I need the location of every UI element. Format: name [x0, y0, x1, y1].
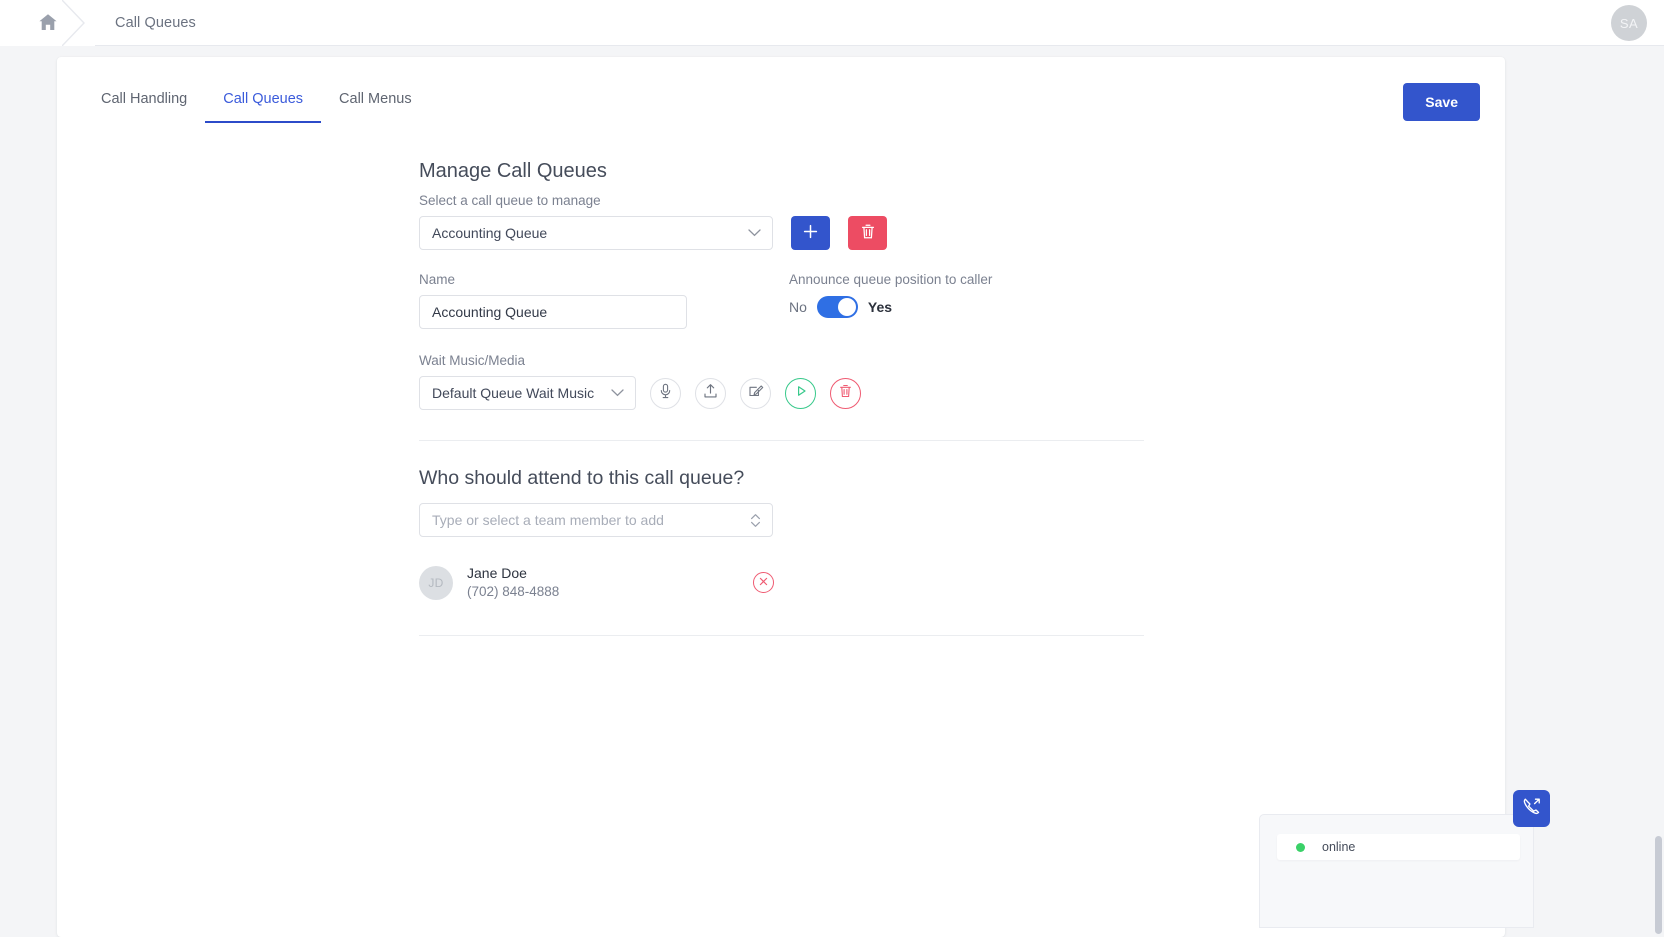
call-queue-form: Manage Call Queues Select a call queue t…	[419, 160, 1144, 636]
wait-music-select-value: Default Queue Wait Music	[432, 385, 594, 401]
home-icon[interactable]	[38, 13, 58, 32]
wait-music-select[interactable]: Default Queue Wait Music	[419, 376, 636, 410]
announce-position-label: Announce queue position to caller	[789, 272, 992, 287]
upload-icon	[703, 383, 718, 404]
plus-icon	[803, 224, 818, 242]
attendees-heading: Who should attend to this call queue?	[419, 467, 1144, 490]
chat-widget-panel: online	[1259, 814, 1534, 928]
attendees-section: Who should attend to this call queue? JD…	[419, 467, 1144, 601]
wait-music-label: Wait Music/Media	[419, 353, 1144, 368]
queue-select[interactable]: Accounting Queue	[419, 216, 773, 250]
remove-member-button[interactable]	[753, 572, 774, 593]
breadcrumb-chevron-icon	[62, 0, 96, 46]
avatar: JD	[419, 566, 453, 600]
queue-select-wrapper: Accounting Queue	[419, 216, 773, 250]
chat-status-bar[interactable]: online	[1277, 834, 1520, 860]
toggle-off-label: No	[789, 299, 807, 315]
main-content-card: Call Handling Call Queues Call Menus Sav…	[57, 57, 1505, 937]
upload-media-button[interactable]	[695, 378, 726, 409]
outgoing-call-button[interactable]	[1513, 790, 1550, 827]
queue-select-label: Select a call queue to manage	[419, 193, 1144, 208]
breadcrumb-home-cell[interactable]	[0, 0, 95, 46]
attendee-input-wrapper	[419, 503, 773, 537]
user-avatar-initials: SA	[1620, 16, 1638, 31]
announce-position-toggle[interactable]	[817, 296, 858, 318]
breadcrumb-current-page[interactable]: Call Queues	[115, 15, 196, 31]
queue-select-row: Accounting Queue	[419, 216, 1144, 250]
delete-queue-button[interactable]	[848, 216, 887, 250]
member-details: Jane Doe (702) 848-4888	[467, 564, 753, 601]
tab-bar: Call Handling Call Queues Call Menus	[83, 85, 430, 123]
avatar-initials: JD	[428, 576, 443, 590]
page-scrollbar-thumb[interactable]	[1655, 836, 1662, 934]
announce-position-toggle-row: No Yes	[789, 296, 992, 318]
user-avatar[interactable]: SA	[1611, 5, 1647, 41]
section-divider-top	[419, 440, 1144, 441]
name-field-group: Name	[419, 272, 789, 329]
trash-icon	[860, 223, 876, 243]
section-divider-bottom	[419, 635, 1144, 636]
microphone-icon	[658, 383, 673, 404]
delete-media-button[interactable]	[830, 378, 861, 409]
pencil-square-icon	[748, 383, 764, 404]
toggle-knob	[838, 298, 856, 316]
attendee-search-input[interactable]	[419, 503, 773, 537]
add-queue-button[interactable]	[791, 216, 830, 250]
tab-call-handling[interactable]: Call Handling	[83, 85, 205, 123]
edit-media-button[interactable]	[740, 378, 771, 409]
status-badge	[1296, 843, 1305, 852]
member-name: Jane Doe	[467, 564, 753, 582]
trash-icon	[838, 383, 853, 404]
page-title: Manage Call Queues	[419, 160, 1144, 183]
name-and-announce-row: Name Announce queue position to caller N…	[419, 272, 1144, 329]
play-icon	[794, 384, 808, 403]
member-phone: (702) 848-4888	[467, 582, 753, 601]
queue-name-input[interactable]	[419, 295, 687, 329]
wait-music-select-wrapper: Default Queue Wait Music	[419, 376, 636, 410]
record-microphone-button[interactable]	[650, 378, 681, 409]
play-media-button[interactable]	[785, 378, 816, 409]
chat-status-label: online	[1322, 840, 1355, 854]
toggle-on-label: Yes	[868, 299, 892, 315]
wait-music-group: Wait Music/Media Default Queue Wait Musi…	[419, 353, 1144, 410]
top-breadcrumb-bar: Call Queues SA	[0, 0, 1664, 46]
tab-call-queues[interactable]: Call Queues	[205, 85, 321, 123]
announce-position-group: Announce queue position to caller No Yes	[789, 272, 992, 318]
save-button[interactable]: Save	[1403, 83, 1480, 121]
name-label: Name	[419, 272, 789, 287]
close-circle-icon	[758, 574, 769, 592]
tab-call-menus[interactable]: Call Menus	[321, 85, 430, 123]
list-item: JD Jane Doe (702) 848-4888	[419, 564, 774, 601]
queue-select-value: Accounting Queue	[432, 225, 547, 241]
page-scrollbar-track[interactable]	[1653, 46, 1664, 928]
wait-music-row: Default Queue Wait Music	[419, 376, 1144, 410]
phone-outgoing-icon	[1521, 796, 1542, 822]
